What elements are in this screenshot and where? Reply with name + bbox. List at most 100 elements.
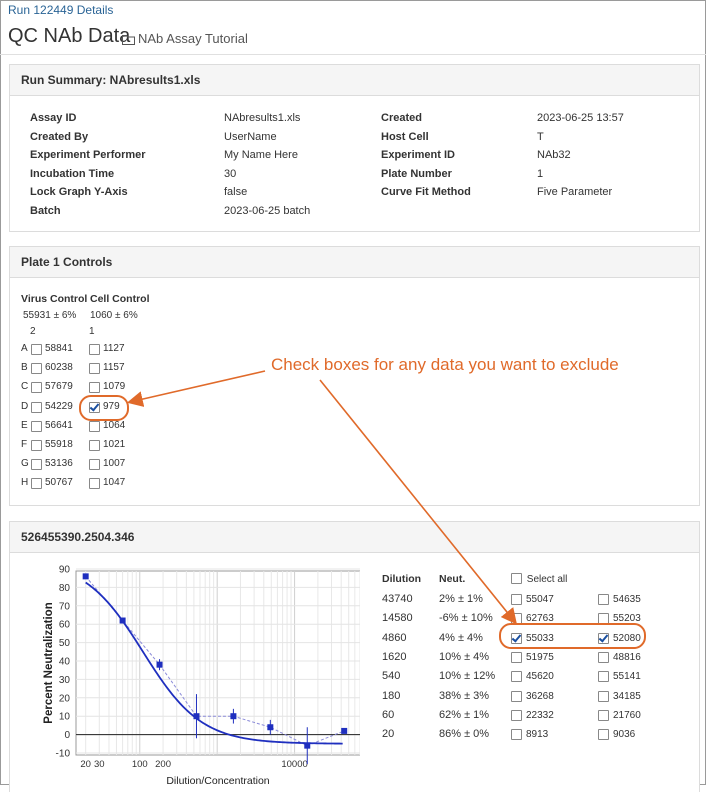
y-tick-label: 70 bbox=[59, 601, 71, 612]
dilution-value: 1620 bbox=[382, 650, 407, 663]
y-tick-label: 50 bbox=[59, 638, 71, 649]
select-all[interactable]: Select all bbox=[511, 573, 567, 585]
well-value: 55047 bbox=[526, 594, 554, 605]
summary-value: 1 bbox=[537, 167, 544, 180]
cell-control-checkbox[interactable] bbox=[89, 344, 100, 355]
well-checkbox[interactable] bbox=[511, 671, 522, 683]
summary-value: NAb32 bbox=[537, 149, 571, 161]
select-all-checkbox[interactable] bbox=[511, 573, 522, 584]
neut-value: 10% ± 4% bbox=[439, 650, 490, 663]
data-point bbox=[193, 713, 200, 720]
well-checkbox[interactable] bbox=[598, 671, 609, 683]
well-value: 22332 bbox=[526, 709, 554, 721]
y-tick-label: 90 bbox=[59, 565, 71, 576]
data-point bbox=[341, 727, 348, 734]
y-tick-label: 20 bbox=[59, 693, 71, 704]
well-checkbox[interactable] bbox=[511, 690, 522, 702]
virus-control-header: Virus Control bbox=[21, 293, 88, 305]
virus-control-checkbox[interactable] bbox=[31, 401, 42, 413]
cell-control-value: 1127 bbox=[103, 343, 125, 354]
virus-control-checkbox[interactable] bbox=[31, 459, 42, 471]
summary-label: Created By bbox=[30, 130, 89, 143]
plate-controls-panel: Plate 1 Controls Virus Control Cell Cont… bbox=[9, 246, 700, 506]
cell-control-value: 1064 bbox=[103, 419, 126, 431]
well-value: 36268 bbox=[526, 690, 554, 702]
well-value: 54635 bbox=[613, 594, 641, 605]
dilution-value: 4860 bbox=[382, 631, 407, 644]
cell-control-header: Cell Control bbox=[90, 293, 150, 305]
virus-control-value: 54229 bbox=[45, 400, 73, 412]
well-checkbox[interactable] bbox=[511, 651, 522, 663]
well-checkbox[interactable] bbox=[598, 690, 609, 702]
virus-control-value: 57679 bbox=[45, 381, 73, 393]
breadcrumb-run-details[interactable]: Run 122449 Details bbox=[8, 3, 113, 17]
y-axis-label: Percent Neutralization bbox=[43, 602, 55, 723]
summary-value: 2023-06-25 batch bbox=[224, 204, 311, 217]
summary-value: UserName bbox=[224, 130, 277, 143]
cell-control-checkbox[interactable] bbox=[89, 363, 100, 375]
x-tick-label: 30 bbox=[94, 759, 105, 770]
summary-label: Plate Number bbox=[381, 167, 452, 180]
x-tick-label: 200 bbox=[155, 759, 171, 770]
virus-control-checkbox[interactable] bbox=[31, 344, 42, 355]
summary-value: false bbox=[224, 186, 248, 198]
control-row-letter: E bbox=[21, 419, 28, 431]
control-row-letter: H bbox=[21, 477, 29, 489]
dilution-header: Dilution bbox=[382, 573, 422, 585]
summary-label: Curve Fit Method bbox=[381, 186, 471, 198]
virus-control-checkbox[interactable] bbox=[31, 478, 42, 490]
summary-label: Lock Graph Y-Axis bbox=[30, 186, 128, 198]
control-row-letter: C bbox=[21, 381, 29, 393]
data-point bbox=[267, 724, 274, 731]
well-checkbox[interactable] bbox=[511, 729, 522, 741]
cell-control-checkbox[interactable] bbox=[89, 440, 100, 451]
dilution-value: 14580 bbox=[382, 612, 413, 625]
virus-control-checkbox[interactable] bbox=[31, 363, 42, 375]
y-tick-label: 80 bbox=[59, 583, 71, 594]
well-checkbox[interactable] bbox=[598, 594, 609, 605]
neut-value: 10% ± 12% bbox=[439, 670, 496, 683]
well-checkbox[interactable] bbox=[598, 651, 609, 663]
virus-control-stat: 55931 ± 6% bbox=[23, 310, 77, 321]
y-tick-label: 30 bbox=[59, 675, 71, 686]
well-checkbox[interactable] bbox=[598, 729, 609, 741]
virus-control-value: 50767 bbox=[45, 477, 73, 489]
virus-control-checkbox[interactable] bbox=[31, 382, 42, 394]
summary-label: Assay ID bbox=[30, 112, 77, 124]
control-row-letter: G bbox=[21, 458, 29, 470]
well-checkbox[interactable] bbox=[511, 709, 522, 721]
well-value: 48816 bbox=[613, 651, 641, 663]
page-title: QC NAb Data bbox=[8, 25, 131, 47]
virus-control-value: 60238 bbox=[45, 362, 73, 374]
summary-value: 2023-06-25 13:57 bbox=[537, 112, 624, 124]
summary-value: 30 bbox=[224, 167, 237, 180]
cell-control-checkbox[interactable] bbox=[89, 478, 100, 490]
data-point bbox=[82, 573, 89, 580]
folder-link[interactable]: NAb Assay Tutorial bbox=[122, 31, 248, 46]
x-tick-label: 10000 bbox=[281, 759, 307, 770]
virus-control-checkbox[interactable] bbox=[31, 440, 42, 451]
cell-control-value: 1079 bbox=[103, 381, 126, 393]
x-tick-label: 100 bbox=[132, 759, 148, 770]
cell-control-checkbox[interactable] bbox=[89, 420, 100, 432]
well-value: 21760 bbox=[613, 709, 641, 721]
annotation-text: Check boxes for any data you want to exc… bbox=[271, 355, 619, 374]
neut-value: 4% ± 4% bbox=[439, 631, 483, 644]
well-value: 55141 bbox=[613, 671, 641, 683]
virus-control-value: 55918 bbox=[45, 439, 73, 450]
dilution-value: 20 bbox=[382, 728, 395, 741]
well-checkbox[interactable] bbox=[511, 594, 522, 605]
summary-label: Batch bbox=[30, 204, 61, 217]
summary-label: Experiment Performer bbox=[30, 149, 146, 161]
well-value: 45620 bbox=[526, 671, 554, 683]
sample-title: 526455390.2504.346 bbox=[10, 522, 699, 553]
summary-value: NAbresults1.xls bbox=[224, 112, 301, 124]
y-tick-label: 10 bbox=[59, 712, 71, 723]
well-checkbox[interactable] bbox=[598, 709, 609, 721]
plate-controls-title: Plate 1 Controls bbox=[10, 247, 699, 278]
summary-value: T bbox=[537, 130, 544, 143]
x-tick-label: 20 bbox=[80, 759, 91, 770]
virus-control-checkbox[interactable] bbox=[31, 420, 42, 432]
cell-control-checkbox[interactable] bbox=[89, 459, 100, 471]
cell-control-checkbox[interactable] bbox=[89, 382, 100, 394]
